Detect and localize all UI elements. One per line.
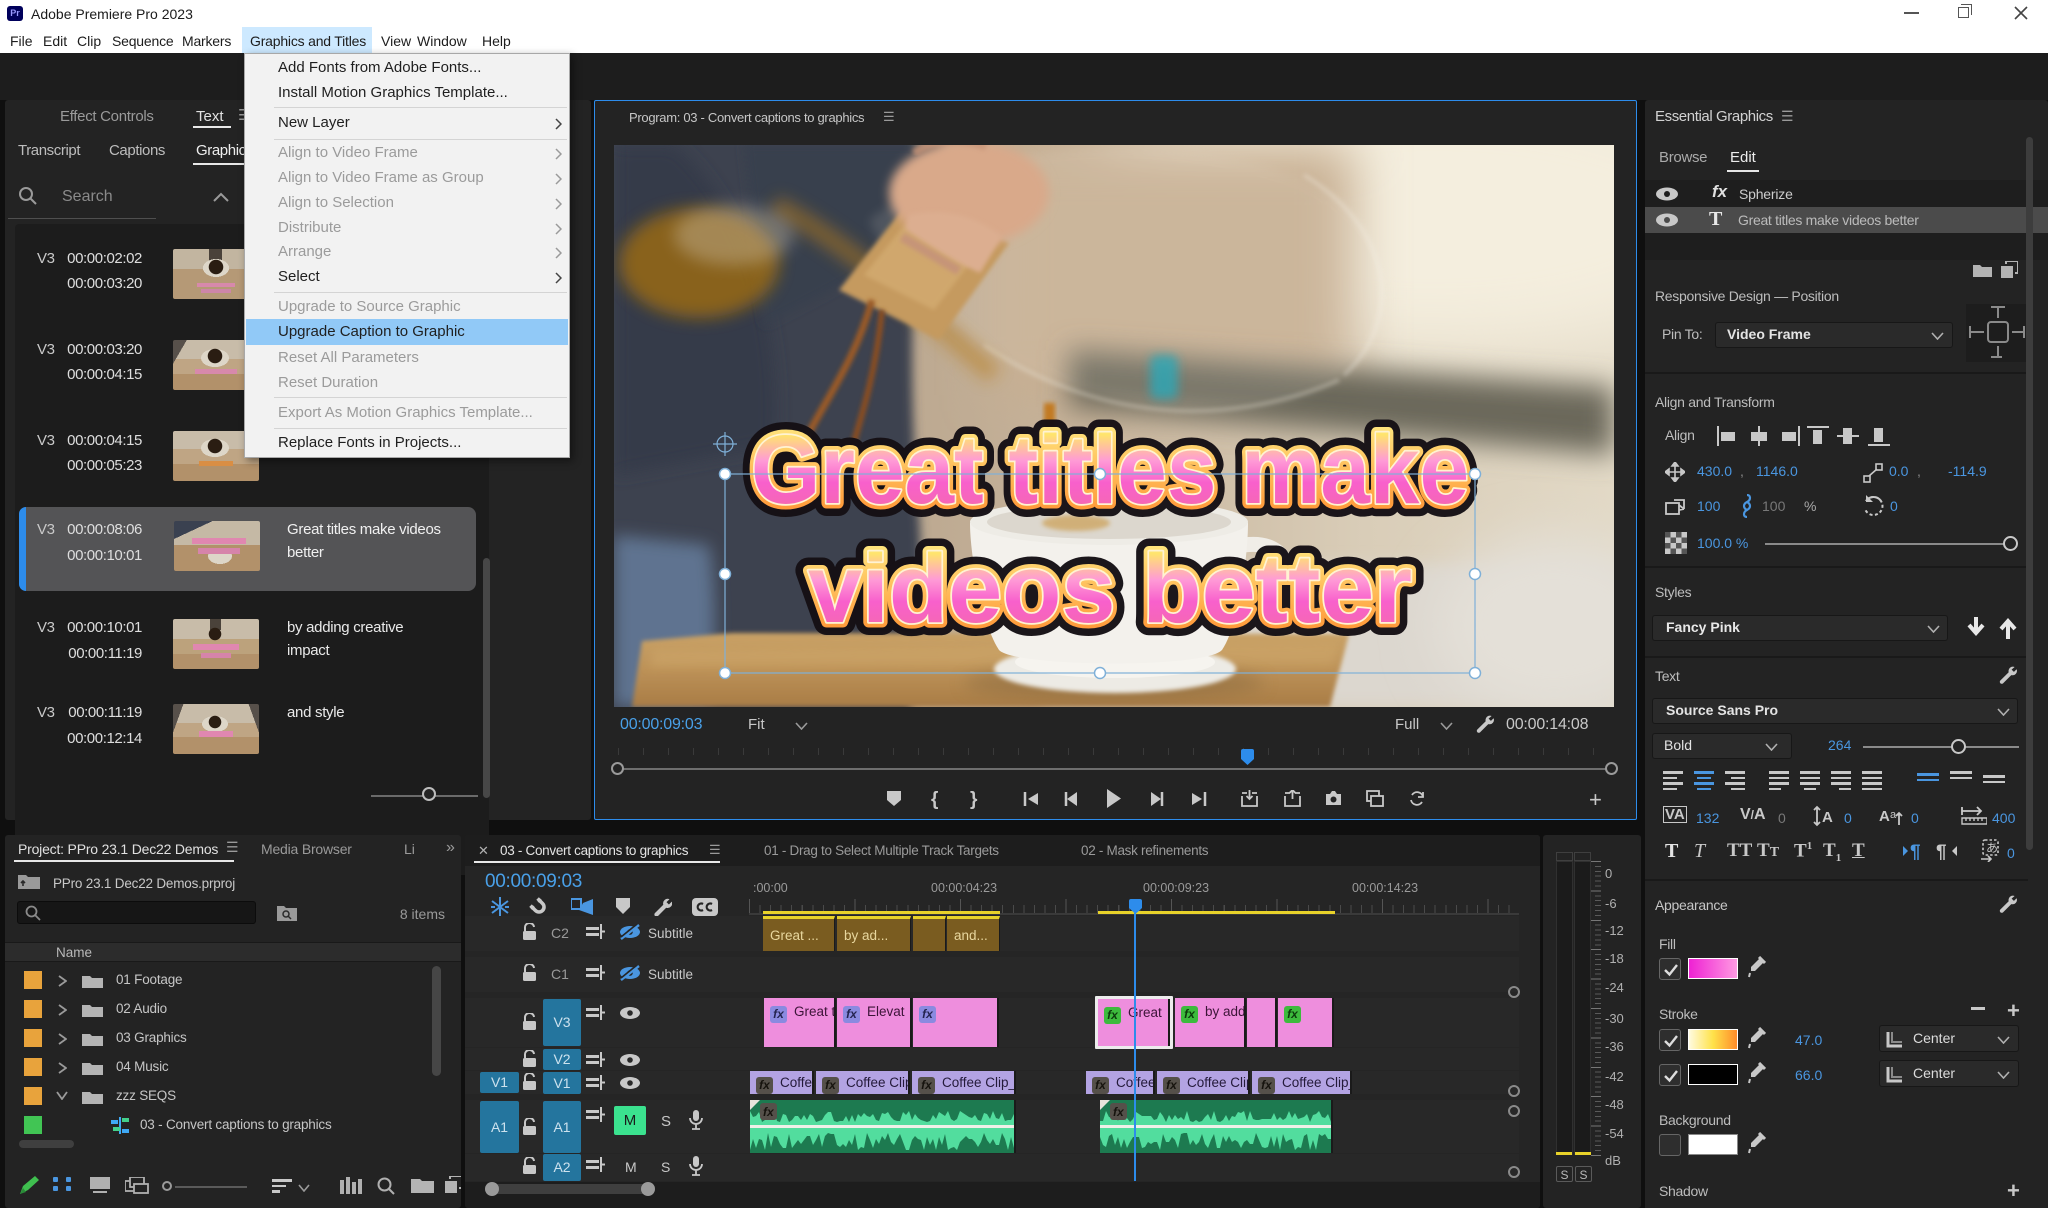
svg-text:videos better: videos better [808, 534, 1412, 643]
svg-text:Great titles make: Great titles make [751, 415, 1469, 524]
svg-text:あ: あ [1986, 841, 1998, 855]
svg-text:¶: ¶ [1910, 842, 1921, 860]
svg-text:¶: ¶ [1936, 842, 1947, 860]
svg-text:fx: fx [763, 1105, 775, 1119]
svg-text:A: A [1822, 809, 1833, 826]
svg-text:A: A [1879, 808, 1890, 825]
svg-text:fx: fx [1113, 1105, 1125, 1119]
